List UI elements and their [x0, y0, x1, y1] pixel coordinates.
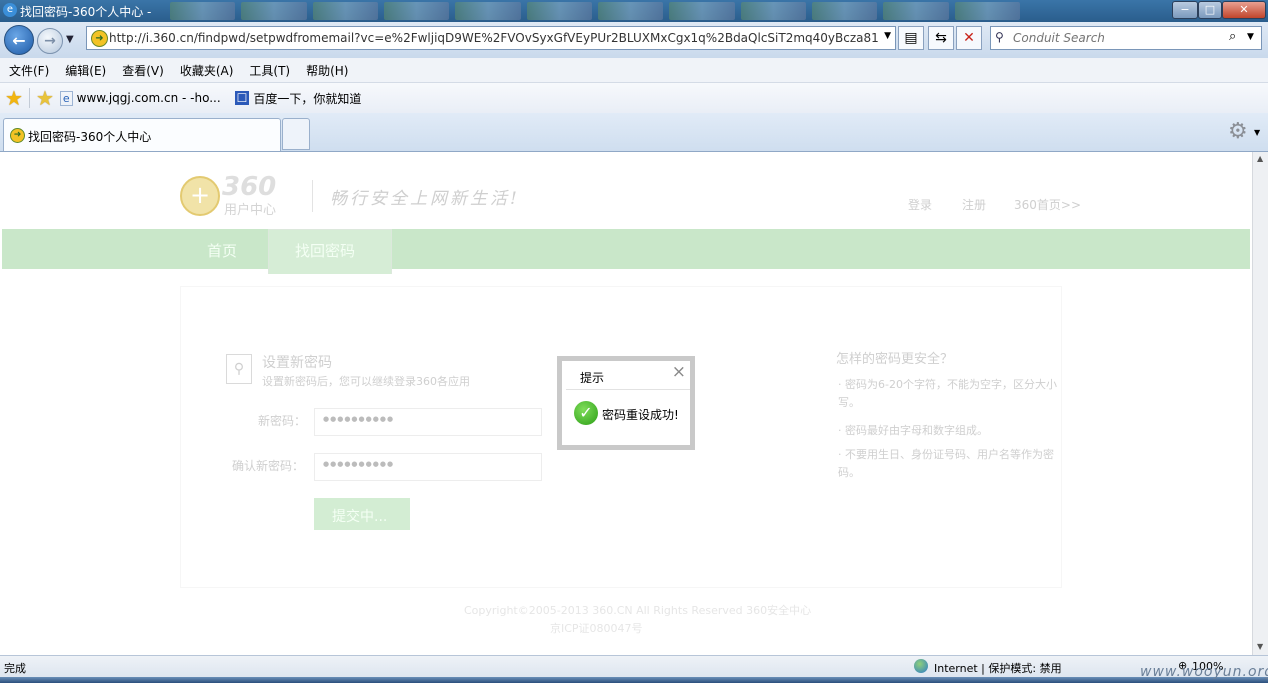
logo-text: 360: [222, 172, 277, 202]
site-slogan: 畅行安全上网新生活!: [330, 189, 520, 209]
refresh-button[interactable]: ⇆: [928, 26, 954, 50]
page-icon: ▤: [904, 30, 918, 46]
site-nav-bar: 首页 找回密码: [2, 229, 1250, 274]
tab-favicon-icon: ➜: [10, 128, 25, 143]
address-input[interactable]: [109, 27, 879, 49]
submit-button-label: 提交中...: [332, 509, 388, 525]
close-window-button[interactable]: ✕: [1222, 1, 1266, 19]
tools-gear-icon[interactable]: ⚙: [1228, 119, 1248, 144]
site-favicon-icon: ➜: [91, 30, 108, 47]
stop-icon: ✕: [963, 30, 975, 46]
header-divider: [312, 180, 313, 212]
os-taskbar: [0, 677, 1268, 683]
tips-item: · 密码最好由字母和数字组成。: [838, 424, 988, 437]
logo-subtext: 用户中心: [224, 203, 277, 218]
window-title: 找回密码-360个人中心 -: [20, 5, 152, 19]
tab-bar: ➜ 找回密码-360个人中心 ⚙ ▼: [0, 113, 1268, 152]
login-link[interactable]: 登录: [908, 196, 932, 213]
watermark: www.wooyun.org: [1140, 664, 1268, 680]
back-button[interactable]: ←: [4, 25, 34, 55]
form-title: 设置新密码: [262, 355, 332, 371]
history-dropdown-icon[interactable]: ▼: [66, 34, 74, 45]
arrow-left-icon: ←: [12, 30, 26, 50]
dialog-divider: [566, 389, 690, 390]
favorites-star-icon[interactable]: ★: [5, 86, 23, 110]
tips-title: 怎样的密码更安全？: [836, 352, 954, 367]
favorite-link-jqgj[interactable]: www.jqgj.com.cn - -ho...: [77, 91, 221, 105]
nav-home[interactable]: 首页: [207, 240, 237, 261]
search-box[interactable]: ⚲ ⌕ ▼: [990, 26, 1262, 50]
address-dropdown-icon[interactable]: ▼: [884, 31, 891, 41]
tab-find-password[interactable]: ➜ 找回密码-360个人中心: [3, 118, 281, 151]
favorite-link-baidu[interactable]: 百度一下，你就知道: [253, 90, 361, 107]
menu-file[interactable]: 文件(F): [0, 62, 56, 79]
address-bar[interactable]: ➜ ▼: [86, 26, 896, 50]
menu-help[interactable]: 帮助(H): [297, 62, 355, 79]
menu-bar: 文件(F) 编辑(E) 查看(V) 收藏夹(A) 工具(T) 帮助(H): [0, 58, 1268, 83]
arrow-right-icon: →: [44, 33, 56, 49]
dialog-title: 提示: [580, 371, 605, 385]
baidu-paw-icon: ☐: [234, 91, 250, 105]
footer-icp: 京ICP证080047号: [550, 622, 643, 635]
logo-plus-icon: +: [180, 176, 220, 216]
360-logo[interactable]: + 360 用户中心: [180, 172, 298, 218]
window-titlebar: e 找回密码-360个人中心 - − □ ✕: [0, 0, 1268, 22]
conduit-search-icon: ⚲: [995, 30, 1004, 44]
dialog-close-icon[interactable]: ×: [672, 362, 686, 382]
menu-tools[interactable]: 工具(T): [240, 62, 297, 79]
confirm-password-value: ●●●●●●●●●●: [323, 460, 395, 468]
tools-dropdown-icon[interactable]: ▼: [1254, 128, 1260, 137]
form-search-icon: ⚲: [226, 354, 252, 384]
maximize-button[interactable]: □: [1198, 1, 1222, 19]
compatibility-view-button[interactable]: ▤: [898, 26, 924, 50]
add-favorite-icon[interactable]: ★: [36, 86, 54, 110]
form-subtitle: 设置新密码后，您可以继续登录360各应用: [262, 375, 470, 388]
web-page: + 360 用户中心 畅行安全上网新生活! 登录 注册 360首页>> 首页 找…: [0, 152, 1252, 655]
security-zone[interactable]: Internet | 保护模式: 禁用: [934, 660, 1062, 676]
tips-item: · 密码为6-20个字符，不能为空字，区分大小写。: [838, 378, 1057, 409]
page-scrollbar[interactable]: ▲ ▼: [1252, 152, 1268, 655]
search-dropdown-icon[interactable]: ▼: [1247, 32, 1254, 42]
menu-edit[interactable]: 编辑(E): [56, 62, 113, 79]
footer-copyright: Copyright©2005-2013 360.CN All Rights Re…: [464, 604, 812, 617]
stop-button[interactable]: ✕: [956, 26, 982, 50]
nav-find-password: 找回密码: [295, 242, 356, 260]
confirm-password-label: 确认新密码：: [232, 459, 305, 473]
globe-icon: [914, 659, 928, 673]
ie-page-icon: e: [59, 90, 73, 106]
submit-button[interactable]: 提交中...: [314, 498, 410, 530]
navigation-bar: ← → ▼ ➜ ▼ ▤ ⇆ ✕ ⚲ ⌕ ▼: [0, 22, 1268, 58]
new-tab-button[interactable]: [282, 118, 310, 150]
360-home-link[interactable]: 360首页>>: [1014, 196, 1081, 213]
menu-view[interactable]: 查看(V): [113, 62, 171, 79]
forward-button[interactable]: →: [37, 28, 63, 54]
search-input[interactable]: [1013, 27, 1223, 49]
dialog-message: 密码重设成功!: [602, 408, 679, 422]
tab-label: 找回密码-360个人中心: [28, 130, 152, 144]
status-text: 完成: [4, 662, 26, 675]
new-password-value: ●●●●●●●●●●: [323, 415, 395, 423]
refresh-icon: ⇆: [935, 30, 947, 46]
ie-icon: e: [3, 3, 17, 17]
success-dialog: 提示 × ✓ 密码重设成功!: [557, 356, 695, 450]
minimize-button[interactable]: −: [1172, 1, 1198, 19]
checkmark-icon: ✓: [574, 401, 598, 425]
new-password-label: 新密码：: [258, 414, 307, 428]
nav-find-password-tab[interactable]: 找回密码: [268, 229, 392, 274]
favorites-bar: ★ ★ e www.jqgj.com.cn - -ho... ☐ 百度一下，你就…: [0, 83, 1268, 113]
scroll-down-icon[interactable]: ▼: [1257, 642, 1263, 651]
scroll-up-icon[interactable]: ▲: [1257, 154, 1263, 163]
status-bar: 完成 Internet | 保护模式: 禁用 ⊕ 100%: [0, 655, 1268, 678]
search-icon[interactable]: ⌕: [1229, 29, 1236, 44]
confirm-password-field[interactable]: ●●●●●●●●●●: [314, 453, 542, 481]
new-password-field[interactable]: ●●●●●●●●●●: [314, 408, 542, 436]
tips-item: · 不要用生日、身份证号码、用户名等作为密码。: [838, 448, 1054, 479]
menu-favorites[interactable]: 收藏夹(A): [171, 62, 241, 79]
register-link[interactable]: 注册: [962, 196, 986, 213]
background-tabs-strip: [170, 2, 1020, 20]
